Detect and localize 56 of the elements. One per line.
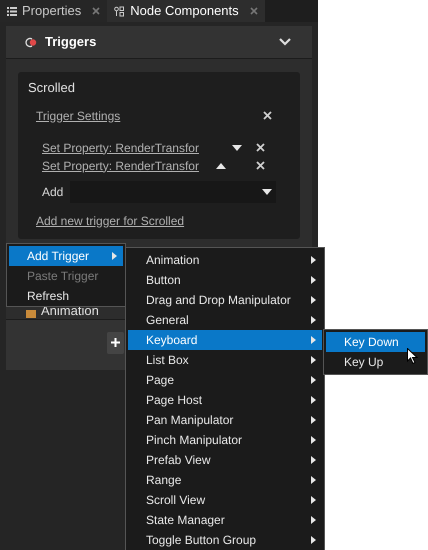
- action-link[interactable]: Set Property: RenderTransfor: [42, 140, 204, 156]
- submenu-arrow-icon: [311, 416, 316, 424]
- section-header[interactable]: Triggers: [6, 26, 312, 59]
- menu-item[interactable]: Animation: [128, 250, 322, 270]
- submenu-arrow-icon: [311, 376, 316, 384]
- menu-item[interactable]: Scroll View: [128, 490, 322, 510]
- menu-item[interactable]: Pinch Manipulator: [128, 430, 322, 450]
- action-link[interactable]: Set Property: RenderTransfor: [42, 158, 204, 174]
- panel-tab[interactable]: Node Components: [107, 0, 265, 22]
- add-button[interactable]: [107, 332, 124, 354]
- cursor-icon: [407, 348, 418, 365]
- submenu-arrow-icon: [311, 476, 316, 484]
- menu-item[interactable]: State Manager: [128, 510, 322, 530]
- move-down-icon: [232, 144, 242, 150]
- menu-item[interactable]: Add Trigger: [9, 246, 123, 266]
- add-label: Add: [42, 184, 64, 200]
- menu-item[interactable]: Page: [128, 370, 322, 390]
- submenu-arrow-icon: [311, 356, 316, 364]
- panel-tab[interactable]: Properties: [0, 0, 108, 22]
- nodes-icon: [114, 6, 126, 16]
- caret-icon: [262, 188, 272, 194]
- submenu-arrow-icon: [311, 436, 316, 444]
- menu-item[interactable]: Key Up: [326, 352, 425, 372]
- menu-item[interactable]: Button: [128, 270, 322, 290]
- menu-item[interactable]: Keyboard: [128, 330, 322, 350]
- plus-icon: [111, 338, 120, 347]
- trigger-icon: [25, 36, 38, 48]
- menu-item[interactable]: Drag and Drop Manipulator: [128, 290, 322, 310]
- animation-icon: [26, 310, 36, 318]
- event-name: Scrolled: [28, 79, 76, 97]
- submenu-arrow-icon: [311, 276, 316, 284]
- trigger-settings-link[interactable]: Trigger Settings: [36, 106, 120, 124]
- submenu-arrow-icon: [311, 396, 316, 404]
- tree-item: Animation: [41, 304, 99, 318]
- menu-item[interactable]: Range: [128, 470, 322, 490]
- menu-item[interactable]: Toggle Button Group: [128, 530, 322, 550]
- chevron-icon[interactable]: [279, 38, 291, 46]
- add-trigger-link[interactable]: Add new trigger for Scrolled: [36, 212, 184, 230]
- submenu-arrow-icon: [311, 296, 316, 304]
- move-up-icon: [216, 162, 226, 168]
- menu-item[interactable]: Prefab View: [128, 450, 322, 470]
- submenu-arrow-icon: [311, 336, 316, 344]
- list-icon: [7, 6, 17, 16]
- menu-item[interactable]: Refresh: [9, 286, 123, 306]
- submenu-arrow-icon: [311, 516, 316, 524]
- section-title: Triggers: [45, 33, 96, 52]
- submenu-arrow-icon: [311, 256, 316, 264]
- menu-item[interactable]: Pan Manipulator: [128, 410, 322, 430]
- submenu-arrow-icon: [311, 316, 316, 324]
- submenu-arrow-icon: [311, 536, 316, 544]
- menu-item[interactable]: General: [128, 310, 322, 330]
- menu-item[interactable]: List Box: [128, 350, 322, 370]
- submenu-arrow-icon: [311, 456, 316, 464]
- menu-item[interactable]: Key Down: [326, 332, 425, 352]
- menu-item[interactable]: Page Host: [128, 390, 322, 410]
- submenu-arrow-icon: [311, 496, 316, 504]
